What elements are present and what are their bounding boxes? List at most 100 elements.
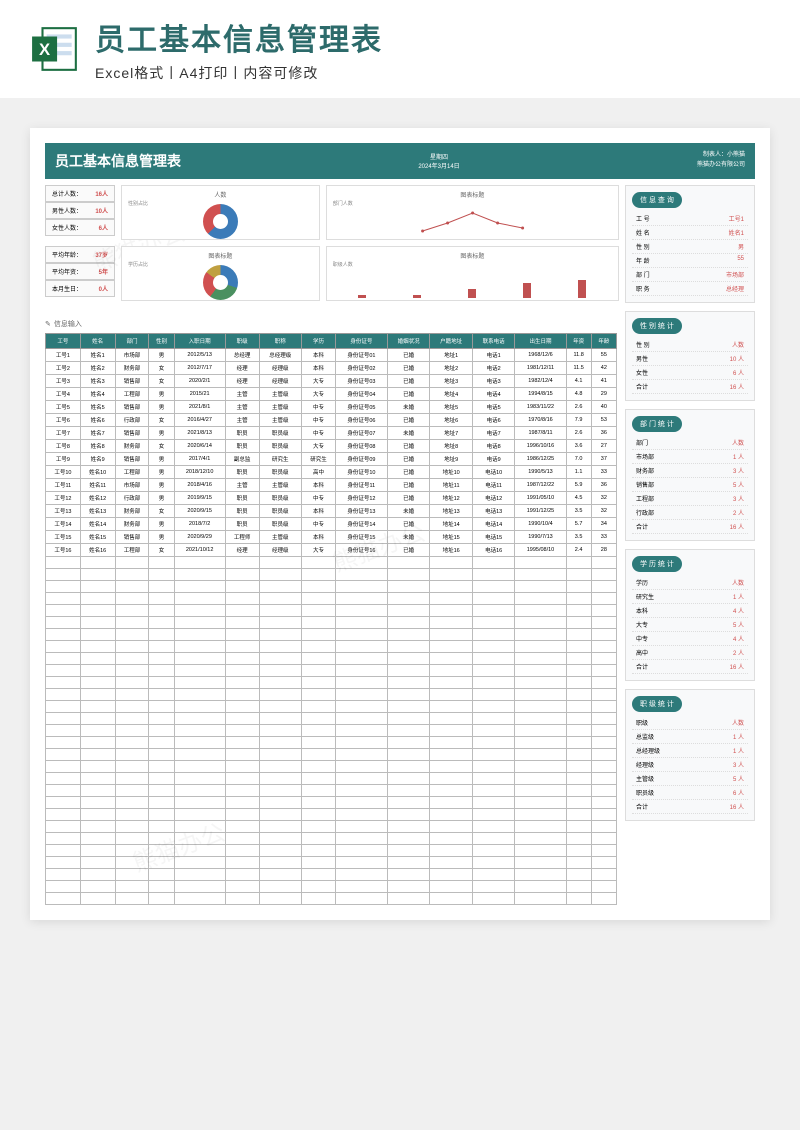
gender-stats-panel: 性 别 统 计 性 别人数男性10 人女性6 人合计16 人	[625, 311, 755, 401]
stat-row: 合计16 人	[632, 660, 748, 674]
table-row[interactable]: 工号7姓名7销售部男2021/8/13职员职员级中专身份证号07未婚地址7电话7…	[46, 427, 617, 440]
spreadsheet-preview: 熊猫办公 熊猫办公 熊猫办公 员工基本信息管理表 星期四 2024年3月14日 …	[30, 128, 770, 920]
stat-row: 高中2 人	[632, 646, 748, 660]
stat-row: 经理级3 人	[632, 758, 748, 772]
table-row[interactable]	[46, 821, 617, 833]
table-row[interactable]	[46, 857, 617, 869]
table-row[interactable]	[46, 797, 617, 809]
table-row[interactable]	[46, 593, 617, 605]
table-row[interactable]	[46, 785, 617, 797]
stat-row: 部 门市场部	[632, 268, 748, 282]
table-row[interactable]	[46, 761, 617, 773]
table-row[interactable]: 工号11姓名11市场部男2018/4/16主管主管级本科身份证号11已婚地址11…	[46, 479, 617, 492]
table-row[interactable]	[46, 737, 617, 749]
table-row[interactable]	[46, 869, 617, 881]
table-row[interactable]: 工号4姓名4工程部男2015/21主管主管级大专身份证号04已婚地址4电话419…	[46, 388, 617, 401]
table-row[interactable]: 工号3姓名3销售部女2020/2/1经理经理级大专身份证号03已婚地址3电话31…	[46, 375, 617, 388]
table-row[interactable]: 工号12姓名12行政部男2019/9/15职员职员级中专身份证号12已婚地址12…	[46, 492, 617, 505]
chart-dept-line: 部门人数 图表标题	[326, 185, 619, 240]
table-header: 工号	[46, 334, 81, 349]
table-header: 联系电话	[472, 334, 514, 349]
stat-row: 职级人数	[632, 716, 748, 730]
table-row[interactable]: 工号15姓名15销售部男2020/9/29工程师主管级本科身份证号15未婚地址1…	[46, 531, 617, 544]
pencil-icon: ✎	[45, 320, 51, 328]
table-row[interactable]	[46, 605, 617, 617]
bar	[358, 295, 366, 298]
table-row[interactable]	[46, 557, 617, 569]
table-row[interactable]	[46, 701, 617, 713]
stat-row: 部门人数	[632, 436, 748, 450]
table-header: 职级	[225, 334, 259, 349]
stat-row: 女性6 人	[632, 366, 748, 380]
table-header: 婚姻状况	[387, 334, 429, 349]
dept-stats-panel: 部 门 统 计 部门人数市场部1 人财务部3 人销售部5 人工程部3 人行政部2…	[625, 409, 755, 541]
table-row[interactable]	[46, 677, 617, 689]
stat-row: 职员级6 人	[632, 786, 748, 800]
table-row[interactable]	[46, 713, 617, 725]
table-row[interactable]: 工号8姓名8财务部女2020/6/14职员职员级大专身份证号08已婚地址8电话8…	[46, 440, 617, 453]
stat-row: 男性10 人	[632, 352, 748, 366]
excel-icon: X	[30, 24, 80, 74]
table-row[interactable]	[46, 641, 617, 653]
stat-row: 总监级1 人	[632, 730, 748, 744]
table-row[interactable]	[46, 569, 617, 581]
banner-subtitle: Excel格式丨A4打印丨内容可修改	[95, 63, 770, 83]
table-row[interactable]	[46, 773, 617, 785]
query-panel-title: 信 息 查 询	[632, 192, 682, 208]
table-row[interactable]	[46, 629, 617, 641]
sheet-header: 员工基本信息管理表 星期四 2024年3月14日 制表人：小熊猫 熊猫办公有限公…	[45, 143, 755, 179]
table-row[interactable]	[46, 893, 617, 905]
table-row[interactable]	[46, 617, 617, 629]
stat-row: 研究生1 人	[632, 590, 748, 604]
stat-row: 主管级5 人	[632, 772, 748, 786]
table-row[interactable]: 工号9姓名9销售部男2017/4/1副总监研究生研究生身份证号09已婚地址9电话…	[46, 453, 617, 466]
table-header: 身份证号	[335, 334, 387, 349]
table-row[interactable]	[46, 665, 617, 677]
table-row[interactable]: 工号2姓名2财务部女2012/7/17经理经理级本科身份证号02已婚地址2电话2…	[46, 362, 617, 375]
bar	[578, 280, 586, 298]
stat-row: 合计16 人	[632, 800, 748, 814]
bar	[468, 289, 476, 298]
stat-row: 市场部1 人	[632, 450, 748, 464]
header-author: 小熊猫	[727, 152, 745, 158]
chart-gender-pie: 性别占比 人数	[121, 185, 320, 240]
table-header: 职称	[259, 334, 301, 349]
table-row[interactable]: 工号13姓名13财务部女2020/9/15职员职员级本科身份证号13未婚地址13…	[46, 505, 617, 518]
table-row[interactable]	[46, 809, 617, 821]
stat-row: 财务部3 人	[632, 464, 748, 478]
table-header: 性别	[149, 334, 174, 349]
table-header: 学历	[302, 334, 336, 349]
table-row[interactable]	[46, 581, 617, 593]
stat-row: 行政部2 人	[632, 506, 748, 520]
header-date: 2024年3月14日	[418, 161, 459, 170]
table-header: 年资	[566, 334, 591, 349]
table-row[interactable]	[46, 845, 617, 857]
table-row[interactable]	[46, 725, 617, 737]
table-row[interactable]: 工号5姓名5销售部男2021/8/1主管主管级中专身份证号05未婚地址5电话51…	[46, 401, 617, 414]
stat-avg-tenure: 平均年资：5年	[45, 263, 115, 280]
table-header: 姓名	[80, 334, 115, 349]
stat-birthday: 本月生日：0人	[45, 280, 115, 297]
query-panel: 信 息 查 询 工 号工号1姓 名姓名1性 别男年 龄55部 门市场部职 务总经…	[625, 185, 755, 303]
stat-row: 销售部5 人	[632, 478, 748, 492]
table-row[interactable]: 工号16姓名16工程部女2021/10/12经理经理级大专身份证号16已婚地址1…	[46, 544, 617, 557]
table-row[interactable]	[46, 833, 617, 845]
table-row[interactable]	[46, 653, 617, 665]
table-row[interactable]: 工号10姓名10工程部男2018/12/10职员职员级高中身份证号10已婚地址1…	[46, 466, 617, 479]
stat-row: 工程部3 人	[632, 492, 748, 506]
table-row[interactable]	[46, 881, 617, 893]
table-row[interactable]	[46, 749, 617, 761]
stat-female: 女性人数：6人	[45, 219, 115, 236]
table-row[interactable]: 工号1姓名1市场部男2012/5/13总经理总经理级本科身份证号01已婚地址1电…	[46, 349, 617, 362]
bar	[413, 295, 421, 298]
stat-row: 大专5 人	[632, 618, 748, 632]
banner-title: 员工基本信息管理表	[95, 15, 770, 59]
employee-table[interactable]: 工号姓名部门性别入职日期职级职称学历身份证号婚姻状况户籍地址联系电话出生日期年资…	[45, 333, 617, 905]
stat-row: 性 别男	[632, 240, 748, 254]
table-row[interactable]: 工号14姓名14财务部男2018/7/2职员职员级中专身份证号14已婚地址14电…	[46, 518, 617, 531]
bar	[523, 283, 531, 298]
table-row[interactable]	[46, 689, 617, 701]
chart-edu-pie: 学历占比 图表标题	[121, 246, 320, 301]
stat-row: 合计16 人	[632, 380, 748, 394]
table-row[interactable]: 工号6姓名6行政部女2016/4/27主管主管级中专身份证号06已婚地址6电话6…	[46, 414, 617, 427]
